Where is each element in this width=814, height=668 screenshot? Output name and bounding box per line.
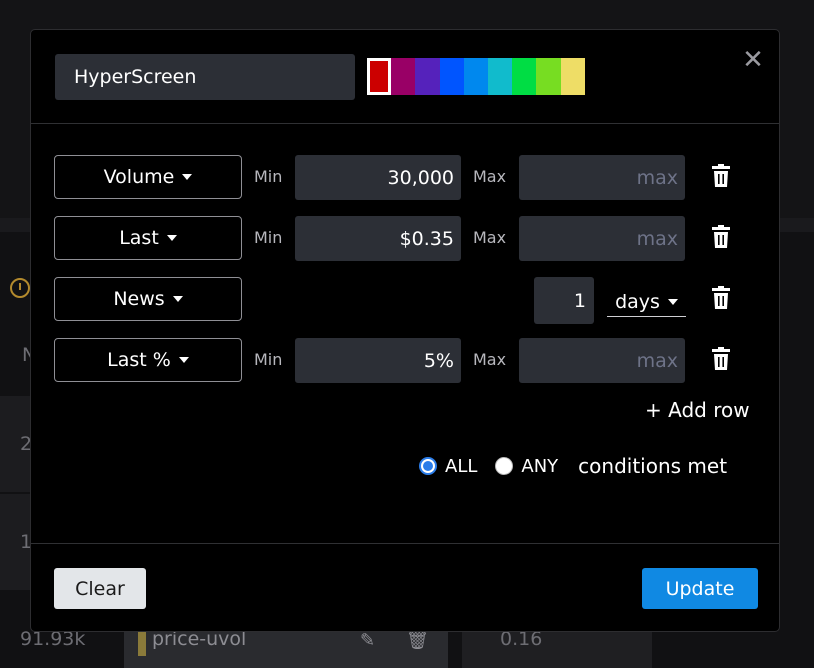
clock-icon [10,278,30,298]
radio-all-label: ALL [445,455,478,477]
field-dropdown-last[interactable]: Last [54,216,242,260]
color-swatch[interactable] [415,58,440,95]
color-swatches [367,58,585,95]
caret-down-icon [182,174,193,180]
days-unit-dropdown[interactable]: days [607,287,686,317]
max-label: Max [473,350,507,369]
field-dropdown-news[interactable]: News [54,277,242,321]
conditions-met-label: conditions met [578,454,728,478]
min-input[interactable] [295,216,461,261]
close-icon[interactable]: ✕ [739,46,767,74]
dialog-header: ✕ [31,30,779,124]
update-button[interactable]: Update [642,568,758,609]
conditions-logic: ALL ANY conditions met [419,453,727,479]
color-swatch[interactable] [439,58,464,95]
screen-name-input[interactable] [55,54,355,100]
pencil-icon: ✎ [360,630,376,651]
trash-icon[interactable] [710,286,732,310]
clear-button[interactable]: Clear [54,568,146,609]
min-label: Min [254,167,283,186]
min-input[interactable] [295,155,461,200]
max-input[interactable] [519,155,685,200]
caret-down-icon [667,298,678,305]
trash-icon: 🗑 [406,630,429,651]
caret-down-icon [172,296,183,302]
screen-editor-dialog: ✕ Volume Min Max Last Min Max [30,29,780,632]
radio-any[interactable] [495,457,514,475]
days-unit-label: days [615,290,660,313]
filter-row: Last % Min Max [31,338,779,384]
field-dropdown-volume[interactable]: Volume [54,155,242,199]
trash-icon[interactable] [710,225,732,249]
trash-icon[interactable] [710,164,732,188]
max-input[interactable] [519,338,685,383]
filter-row: Volume Min Max [31,155,779,201]
caret-down-icon [178,357,189,363]
color-swatch[interactable] [367,58,392,95]
max-input[interactable] [519,216,685,261]
field-label: Last % [107,349,171,371]
color-swatch[interactable] [536,58,561,95]
filter-row: News days [31,277,779,324]
min-label: Min [254,228,283,247]
field-dropdown-last-percent[interactable]: Last % [54,338,242,382]
field-label: Volume [103,166,175,188]
field-label: News [113,288,165,310]
add-row-button[interactable]: + Add row [645,398,750,422]
trash-icon[interactable] [710,347,732,371]
filter-row: Last Min Max [31,216,779,262]
footer-divider [31,543,779,544]
max-label: Max [473,167,507,186]
field-label: Last [119,227,159,249]
max-label: Max [473,228,507,247]
color-swatch[interactable] [463,58,488,95]
min-input[interactable] [295,338,461,383]
color-swatch[interactable] [391,58,416,95]
radio-all[interactable] [419,457,437,475]
color-swatch[interactable] [512,58,537,95]
caret-down-icon [166,235,177,241]
radio-any-label: ANY [521,455,559,477]
color-swatch[interactable] [560,58,585,95]
days-count-input[interactable] [534,277,594,324]
color-swatch[interactable] [487,58,513,95]
min-label: Min [254,350,283,369]
